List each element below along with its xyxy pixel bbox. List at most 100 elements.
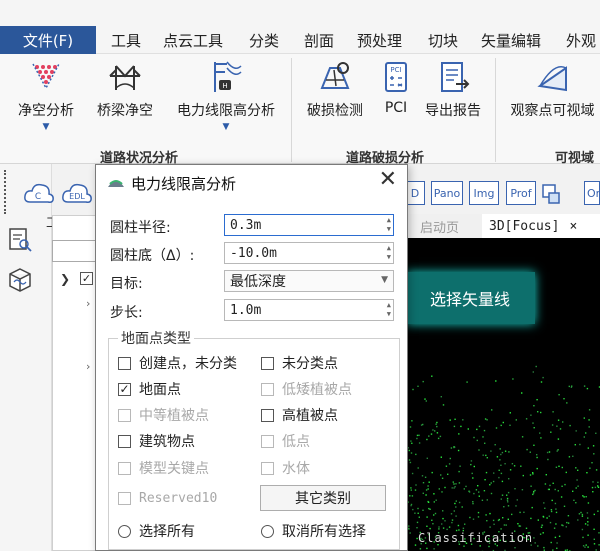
select-vector-line-button[interactable]: 选择矢量线 [405,272,535,324]
checkbox-building[interactable]: 建筑物点 [118,431,195,451]
toolbar-img-button[interactable]: Img [469,181,499,205]
checkbox-label: 高植被点 [282,408,338,424]
cylinder-bottom-label: 圆柱底（Δ）: [110,248,195,264]
viewshed-icon [536,66,567,92]
checkbox-box[interactable]: ✓ [118,382,131,396]
checkbox-label: 模型关键点 [139,461,209,477]
checkbox-label: 中等植被点 [139,408,209,424]
3d-cube-icon[interactable] [6,266,34,294]
viewpoint-visibility-label: 观察点可视域 [510,103,595,119]
menu-vector-edit[interactable]: 矢量编辑 [481,26,541,54]
cylinder-bottom-value: -10.0m [230,245,277,261]
svg-text:H: H [222,82,227,90]
toolbar-prof-button[interactable]: Prof [506,181,536,205]
export-report-button[interactable]: 导出报告 [420,58,486,120]
checkbox-box[interactable] [261,408,274,422]
select-all-radio[interactable]: 选择所有 [118,521,195,541]
menu-appearance[interactable]: 外观 [566,26,596,54]
menu-tools[interactable]: 工具 [111,26,141,54]
checkbox-box [261,382,274,396]
radio-label: 取消所有选择 [282,524,366,540]
menu-preprocess[interactable]: 预处理 [357,26,402,54]
checkbox-model-keypoint: 模型关键点 [118,458,209,478]
export-report-icon [441,62,470,92]
tree-child-chevron-icon[interactable]: › [86,297,90,310]
spin-arrows-icon[interactable]: ▲ ▼ [387,301,391,319]
menu-section[interactable]: 剖面 [304,26,334,54]
checkbox-label: 未分类点 [282,356,338,372]
close-icon[interactable]: ✕ [379,169,397,191]
checkbox-box[interactable] [118,434,131,448]
left-tool-panel [0,164,52,551]
spin-arrows-icon[interactable]: ▲ ▼ [387,216,391,234]
checkbox-box [261,461,274,475]
toolbar-pano-button[interactable]: Pano [431,181,463,205]
powerline-icon: H [214,61,242,92]
damage-detection-button[interactable]: 破损检测 [302,58,368,120]
powerline-height-analysis-button[interactable]: H 电力线限高分析 ▼ [170,58,282,132]
bridge-icon [109,65,141,90]
toolbar-ortho-button[interactable]: Ort [584,181,600,205]
checkbox-box [118,408,131,422]
file-menu[interactable]: 文件(F) [0,26,96,54]
target-value: 最低深度 [230,274,286,290]
checkbox-label: 地面点 [139,382,181,398]
radio-label: 选择所有 [139,524,195,540]
bridge-clearance-button[interactable]: 桥梁净空 [92,58,158,120]
other-classes-button[interactable]: 其它类别 [260,485,386,511]
checkbox-high-vegetation[interactable]: 高植被点 [261,405,338,425]
cloud-c-icon[interactable]: C [22,178,56,208]
checkbox-water: 水体 [261,458,310,478]
viewpoint-visibility-button[interactable]: 观察点可视域 [505,58,600,120]
cloud-edl-icon[interactable]: EDL [60,178,96,208]
ribbon-group-separator [291,58,292,162]
tree-expand-chevron-icon[interactable]: ❯ [60,272,70,286]
chevron-down-icon: ▼ [381,275,388,285]
checkbox-box[interactable] [118,356,131,370]
chevron-down-icon: ▼ [42,122,50,132]
svg-text:EDL: EDL [69,192,85,201]
radio-circle[interactable] [261,524,274,538]
spin-arrows-icon[interactable]: ▲ ▼ [387,244,391,262]
tab-3d-focus[interactable]: 3D[Focus] × [482,214,600,238]
checkbox-created-unclassified[interactable]: 创建点，未分类 [118,353,237,373]
powerline-height-dialog: 电力线限高分析 ✕ 圆柱半径: 0.3m ▲ ▼ 圆柱底（Δ）: -10.0m ▲… [95,164,408,551]
menu-classify[interactable]: 分类 [249,26,279,54]
ribbon-group-visibility: 可视域 [555,151,595,166]
ground-point-type-title: 地面点类型 [118,328,194,348]
damage-detection-icon [320,62,350,89]
checkbox-box [261,434,274,448]
tab-start-page[interactable]: 启动页 [420,217,459,236]
checkbox-label: 低矮植被点 [282,382,352,398]
clearance-analysis-button[interactable]: 净空分析 ▼ [12,58,80,132]
cylinder-bottom-spinbox[interactable]: -10.0m ▲ ▼ [224,242,394,264]
target-label: 目标: [110,276,143,292]
step-spinbox[interactable]: 1.0m ▲ ▼ [224,299,394,321]
chevron-down-icon: ▼ [222,122,230,132]
checkbox-unclassified[interactable]: 未分类点 [261,353,338,373]
clearance-icon [32,63,60,90]
target-select[interactable]: 最低深度 ▼ [224,270,394,292]
tree-child-chevron-icon[interactable]: › [86,360,90,373]
tree-root-checkbox[interactable]: ✓ [80,272,93,285]
radius-spinbox[interactable]: 0.3m ▲ ▼ [224,214,394,236]
toolbar-select-rect-icon[interactable] [540,181,562,205]
svg-text:PCI: PCI [390,66,401,74]
checkbox-reserved10: Reserved10 [118,491,217,506]
menu-pointcloud-tools[interactable]: 点云工具 [163,26,223,54]
tab-close-icon[interactable]: × [569,219,577,234]
pci-button[interactable]: PCI PCI [376,58,416,116]
checkbox-box[interactable] [261,356,274,370]
pci-label: PCI [384,100,408,116]
deselect-all-radio[interactable]: 取消所有选择 [261,521,366,541]
clearance-analysis-label: 净空分析 [18,103,74,119]
toolbar-d-button[interactable]: D [405,181,425,205]
radio-circle[interactable] [118,524,131,538]
checkbox-label: 建筑物点 [139,434,195,450]
powerline-height-analysis-label: 电力线限高分析 [177,103,275,119]
checkbox-ground[interactable]: ✓ 地面点 [118,379,181,399]
checkbox-label: 低点 [282,434,310,450]
checkbox-box [118,461,131,475]
document-search-icon[interactable] [6,226,34,254]
menu-tile[interactable]: 切块 [428,26,458,54]
